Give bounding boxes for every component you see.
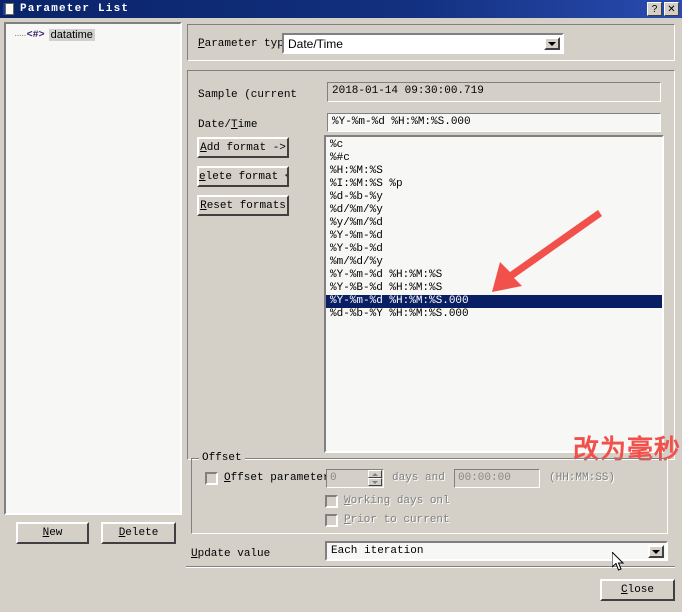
parameter-tag-icon: <#> xyxy=(26,29,45,41)
delete-button-rest: elete xyxy=(125,527,159,539)
offset-group: Offset Offset parameter 0 days and 00:00… xyxy=(191,452,668,534)
format-listbox[interactable]: %c %#c %H:%M:%S %I:%M:%S %p %d-%b-%y %d/%m/%y… xyxy=(324,135,664,453)
prior-to-current-label: Prior to current xyxy=(344,514,450,526)
parameter-type-value: Date/Time xyxy=(288,37,343,51)
tree-item-label: datatime xyxy=(48,29,95,41)
date-time-settings-group: Sample (current 2018-01-14 09:30:00.719 … xyxy=(187,70,680,465)
format-list-item[interactable]: %d-%b-%Y %H:%M:%S.000 xyxy=(326,308,662,321)
format-list-item[interactable]: %Y-%m-%d %H:%M:%S.000 xyxy=(326,295,662,308)
delete-format-button[interactable]: elete format < xyxy=(197,166,289,187)
update-value-text: Each iteration xyxy=(331,545,424,557)
format-list-item[interactable]: %H:%M:%S xyxy=(326,165,662,178)
offset-time-value: 00:00:00 xyxy=(458,472,511,484)
parameter-type-combobox[interactable]: Date/Time xyxy=(282,33,564,54)
parameter-type-group: Parameter type: Date/Time xyxy=(187,24,675,61)
offset-days-value: 0 xyxy=(330,472,337,484)
parameter-tree[interactable]: ····· <#> datatime xyxy=(4,22,182,515)
chevron-down-icon[interactable] xyxy=(648,545,664,558)
spinner-up-icon[interactable] xyxy=(368,470,382,478)
offset-time-hint: (HH:MM:SS) xyxy=(549,472,616,484)
tree-connector-icon: ····· xyxy=(14,29,27,41)
offset-group-label: Offset xyxy=(199,452,245,464)
spinner-arrows[interactable] xyxy=(368,470,382,487)
offset-parameter-label: Offset parameter xyxy=(224,472,330,484)
title-bar: Parameter List ? ✕ xyxy=(0,0,682,18)
format-list-item[interactable]: %d/%m/%y xyxy=(326,204,662,217)
tree-item-datatime[interactable]: ····· <#> datatime xyxy=(14,29,95,41)
new-button[interactable]: New xyxy=(16,522,89,544)
spinner-down-icon[interactable] xyxy=(368,478,382,486)
offset-time-field[interactable]: 00:00:00 xyxy=(454,469,540,488)
format-list-item[interactable]: %#c xyxy=(326,152,662,165)
add-format-button[interactable]: Add format -> xyxy=(197,137,289,158)
close-button-rest: lose xyxy=(627,584,654,596)
date-time-input[interactable]: %Y-%m-%d %H:%M:%S.000 xyxy=(327,113,661,132)
add-format-rest: dd format -> xyxy=(206,141,286,154)
date-time-value: %Y-%m-%d %H:%M:%S.000 xyxy=(332,116,471,128)
date-time-label: Date/Time xyxy=(198,119,258,131)
chevron-down-icon[interactable] xyxy=(544,37,560,50)
help-button[interactable]: ? xyxy=(647,2,662,16)
close-window-button[interactable]: ✕ xyxy=(664,2,679,16)
format-list-item[interactable]: %Y-%m-%d %H:%M:%S xyxy=(326,269,662,282)
sample-label: Sample (current xyxy=(198,89,298,101)
footer-divider xyxy=(186,566,675,568)
window-title: Parameter List xyxy=(20,3,130,15)
sample-value-field: 2018-01-14 09:30:00.719 xyxy=(327,82,661,102)
prior-to-current-checkbox[interactable] xyxy=(325,514,338,527)
format-list-item[interactable]: %c xyxy=(326,139,662,152)
close-button[interactable]: Close xyxy=(600,579,675,601)
reset-formats-button[interactable]: Reset formats xyxy=(197,195,289,216)
delete-format-rest: lete format < xyxy=(205,170,289,183)
working-days-label: Working days onl xyxy=(344,495,450,507)
update-value-combobox[interactable]: Each iteration xyxy=(325,541,668,561)
reset-formats-rest: eset formats xyxy=(206,199,286,212)
format-list-item[interactable]: %Y-%m-%d xyxy=(326,230,662,243)
format-list-item[interactable]: %d-%b-%y xyxy=(326,191,662,204)
offset-days-spinner[interactable]: 0 xyxy=(326,469,384,488)
format-list-item[interactable]: %m/%d/%y xyxy=(326,256,662,269)
sample-value: 2018-01-14 09:30:00.719 xyxy=(332,85,484,97)
new-button-rest: ew xyxy=(49,527,63,539)
days-and-label: days and xyxy=(392,472,445,484)
format-list-item[interactable]: %y/%m/%d xyxy=(326,217,662,230)
offset-parameter-checkbox[interactable] xyxy=(205,472,218,485)
working-days-checkbox[interactable] xyxy=(325,495,338,508)
title-bar-buttons: ? ✕ xyxy=(645,2,679,16)
format-list-item[interactable]: %Y-%b-%d xyxy=(326,243,662,256)
parameter-list-window: Parameter List ? ✕ ····· <#> datatime Ne… xyxy=(0,0,682,612)
document-icon xyxy=(3,2,16,16)
format-list-item[interactable]: %I:%M:%S %p xyxy=(326,178,662,191)
parameter-tree-panel: ····· <#> datatime New Delete xyxy=(4,22,182,544)
format-list-item[interactable]: %Y-%B-%d %H:%M:%S xyxy=(326,282,662,295)
delete-button[interactable]: Delete xyxy=(101,522,176,544)
update-value-label: Update value xyxy=(191,548,271,560)
